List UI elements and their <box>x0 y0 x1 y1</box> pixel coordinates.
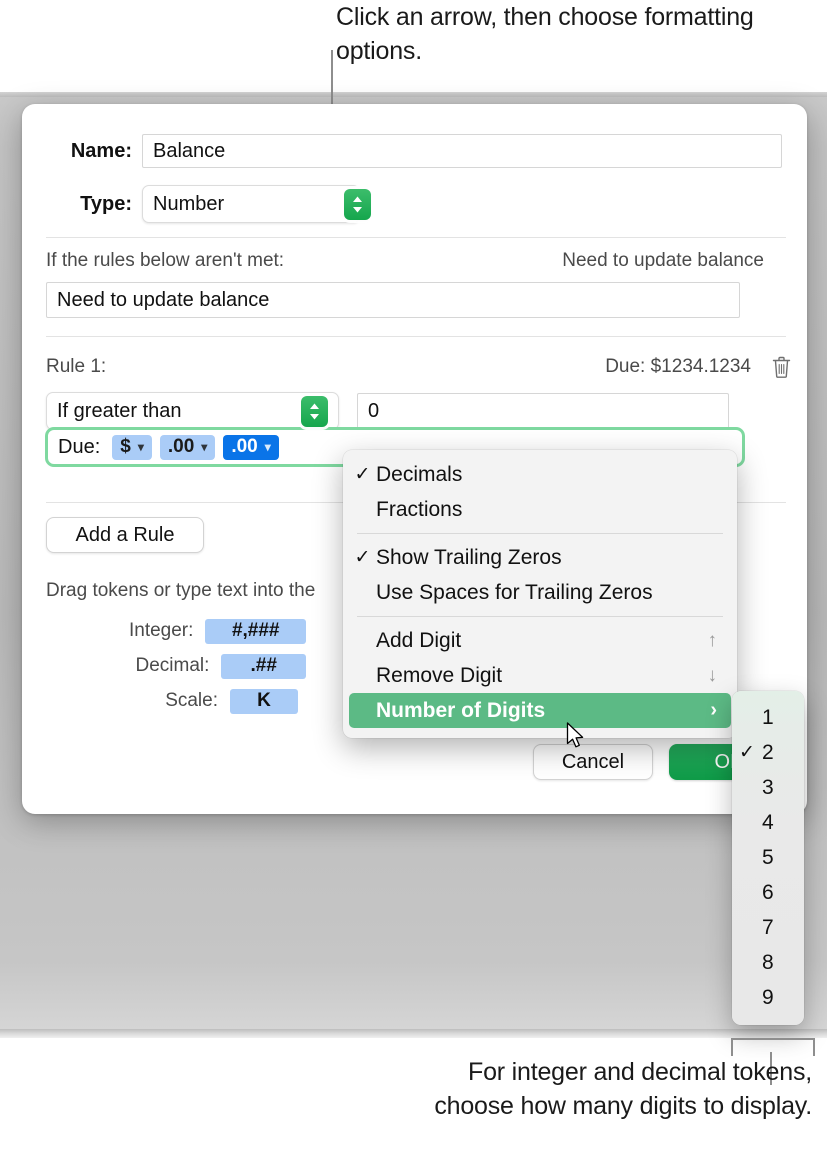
submenu-item-9[interactable]: 9 <box>732 980 804 1015</box>
palette-token-integer[interactable]: #,### <box>205 619 306 644</box>
window-bottom-edge <box>0 1029 827 1038</box>
drag-tokens-hint: Drag tokens or type text into the <box>46 580 315 602</box>
add-a-rule-button[interactable]: Add a Rule <box>46 517 204 553</box>
callout-top-text: Click an arrow, then choose formatting o… <box>336 0 756 68</box>
number-format-context-menu: ✓ Decimals Fractions ✓ Show Trailing Zer… <box>343 450 737 738</box>
menu-item-number-of-digits[interactable]: Number of Digits › <box>349 693 731 728</box>
name-row: Name: Balance <box>46 134 786 168</box>
type-popup-value: Number <box>153 193 224 216</box>
submenu-item-2[interactable]: ✓ 2 <box>732 735 804 770</box>
condition-popup-value: If greater than <box>57 400 182 423</box>
submenu-item-2-label: 2 <box>762 741 774 765</box>
palette-token-decimal[interactable]: .## <box>221 654 306 679</box>
chevron-down-icon: ▾ <box>138 440 144 454</box>
submenu-item-7-label: 7 <box>762 916 774 940</box>
cancel-button[interactable]: Cancel <box>533 744 653 780</box>
chevron-down-icon: ▾ <box>265 440 271 454</box>
divider-top <box>46 237 786 238</box>
menu-item-use-spaces-label: Use Spaces for Trailing Zeros <box>376 581 717 605</box>
submenu-item-6-label: 6 <box>762 881 774 905</box>
submenu-item-3[interactable]: 3 <box>732 770 804 805</box>
fallback-label: If the rules below aren't met: <box>46 250 284 272</box>
menu-item-number-of-digits-label: Number of Digits <box>376 699 710 723</box>
submenu-item-1[interactable]: 1 <box>732 700 804 735</box>
trash-icon[interactable] <box>771 355 792 379</box>
condition-stepper-icon[interactable] <box>301 396 328 427</box>
arrow-down-icon: ↓ <box>708 665 718 687</box>
submenu-item-3-label: 3 <box>762 776 774 800</box>
condition-popup-button[interactable]: If greater than <box>46 392 339 430</box>
token-integer-label: .00 <box>168 436 194 458</box>
menu-item-fractions-label: Fractions <box>376 498 717 522</box>
type-label: Type: <box>46 193 132 216</box>
arrow-up-icon: ↑ <box>708 630 718 652</box>
submenu-item-8[interactable]: 8 <box>732 945 804 980</box>
callout-bottom-bracket <box>731 1038 815 1056</box>
checkmark-icon: ✓ <box>349 546 376 569</box>
chevron-right-icon: › <box>710 699 717 722</box>
menu-item-use-spaces-for-trailing-zeros[interactable]: Use Spaces for Trailing Zeros <box>349 575 731 610</box>
menu-item-show-trailing-zeros-label: Show Trailing Zeros <box>376 546 717 570</box>
window-top-edge <box>0 92 827 97</box>
chevron-down-icon: ▾ <box>201 440 207 454</box>
palette-row-scale: Scale: K <box>46 687 306 715</box>
fallback-label-row: If the rules below aren't met: Need to u… <box>46 248 786 274</box>
menu-item-decimals[interactable]: ✓ Decimals <box>349 457 731 492</box>
callout-bottom-text: For integer and decimal tokens, choose h… <box>400 1055 812 1123</box>
palette-label-integer: Integer: <box>46 620 193 642</box>
submenu-item-1-label: 1 <box>762 706 774 730</box>
submenu-item-4[interactable]: 4 <box>732 805 804 840</box>
divider-rule <box>46 336 786 337</box>
token-field-prefix: Due: <box>58 436 100 459</box>
menu-item-add-digit[interactable]: Add Digit ↑ <box>349 623 731 658</box>
token-currency-label: $ <box>120 436 131 458</box>
menu-item-fractions[interactable]: Fractions <box>349 492 731 527</box>
menu-item-show-trailing-zeros[interactable]: ✓ Show Trailing Zeros <box>349 540 731 575</box>
checkmark-icon: ✓ <box>349 463 376 486</box>
submenu-item-9-label: 9 <box>762 986 774 1010</box>
palette-label-scale: Scale: <box>46 690 218 712</box>
palette-row-integer: Integer: #,### <box>46 617 306 645</box>
submenu-item-8-label: 8 <box>762 951 774 975</box>
submenu-item-4-label: 4 <box>762 811 774 835</box>
submenu-item-5[interactable]: 5 <box>732 840 804 875</box>
token-decimal-label: .00 <box>231 436 257 458</box>
rule-title: Rule 1: <box>46 356 106 378</box>
rule-preview: Due: $1234.1234 <box>605 356 751 378</box>
menu-item-add-digit-label: Add Digit <box>376 629 708 653</box>
fallback-preview: Need to update balance <box>562 250 764 272</box>
type-popup-button[interactable]: Number <box>142 185 360 223</box>
menu-item-remove-digit-label: Remove Digit <box>376 664 708 688</box>
type-stepper-icon[interactable] <box>344 189 371 220</box>
fallback-input[interactable]: Need to update balance <box>46 282 740 318</box>
name-label: Name: <box>46 140 132 163</box>
palette-row-decimal: Decimal: .## <box>46 652 306 680</box>
menu-item-decimals-label: Decimals <box>376 463 717 487</box>
palette-token-scale[interactable]: K <box>230 689 298 714</box>
type-row: Type: Number <box>46 184 786 224</box>
rule-condition-row: If greater than 0 <box>46 391 786 431</box>
rule-header-row: Rule 1: Due: $1234.1234 <box>46 354 786 380</box>
number-of-digits-submenu: 1 ✓ 2 3 4 5 6 7 8 9 <box>732 691 804 1025</box>
menu-separator-2 <box>357 616 723 617</box>
token-integer[interactable]: .00 ▾ <box>160 435 215 460</box>
submenu-item-5-label: 5 <box>762 846 774 870</box>
menu-separator-1 <box>357 533 723 534</box>
palette-label-decimal: Decimal: <box>46 655 209 677</box>
token-decimal-selected[interactable]: .00 ▾ <box>223 435 278 460</box>
submenu-item-6[interactable]: 6 <box>732 875 804 910</box>
submenu-item-7[interactable]: 7 <box>732 910 804 945</box>
name-input[interactable]: Balance <box>142 134 782 168</box>
checkmark-icon: ✓ <box>732 741 762 764</box>
menu-item-remove-digit[interactable]: Remove Digit ↓ <box>349 658 731 693</box>
threshold-input[interactable]: 0 <box>357 393 729 430</box>
token-currency[interactable]: $ ▾ <box>112 435 152 460</box>
